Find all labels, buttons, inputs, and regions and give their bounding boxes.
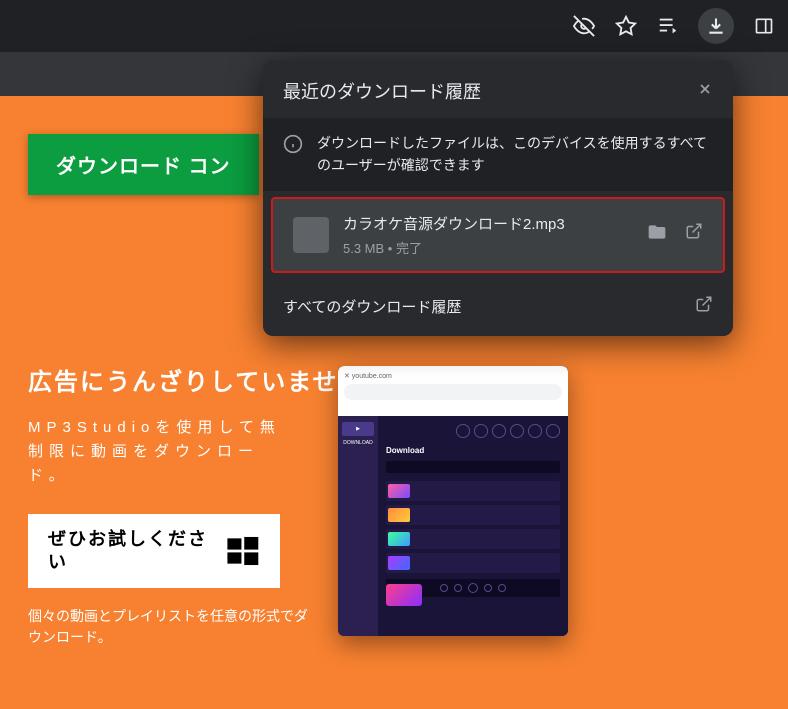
browser-toolbar [0,0,788,52]
bookmark-star-icon[interactable] [614,14,638,38]
open-external-icon[interactable] [685,222,703,247]
preview-sidebar: ▶ DOWNLOAD [338,416,378,636]
preview-now-playing-thumb [386,584,422,606]
incognito-icon[interactable] [572,14,596,38]
download-item[interactable]: カラオケ音源ダウンロード2.mp3 5.3 MB • 完了 [271,197,725,273]
promo-footer-text: 個々の動画とプレイリストを任意の形式でダウンロード。 [28,606,308,648]
promo-section: 広告にうんざりしていませんか？ MP3Studioを使用して無制限に動画をダウン… [28,366,578,648]
popup-footer: すべてのダウンロード履歴 [263,279,733,336]
popup-info-banner: ダウンロードしたファイルは、このデバイスを使用するすべてのユーザーが確認できます [263,118,733,191]
folder-icon[interactable] [647,222,667,247]
windows-icon [226,534,260,568]
download-converter-button[interactable]: ダウンロード コン [28,134,259,195]
preview-screenshot: ✕ youtube.com ▶ DOWNLOAD Downl [338,366,568,636]
open-external-icon[interactable] [695,295,713,318]
file-meta: 5.3 MB • 完了 [343,238,633,257]
file-actions [647,222,703,247]
media-control-icon[interactable] [656,14,680,38]
try-button-label: ぜひお試しください [48,528,226,575]
popup-header: 最近のダウンロード履歴 [263,60,733,118]
info-text: ダウンロードしたファイルは、このデバイスを使用するすべてのユーザーが確認できます [317,132,713,177]
try-button[interactable]: ぜひお試しください [28,514,280,589]
file-info: カラオケ音源ダウンロード2.mp3 5.3 MB • 完了 [343,213,633,257]
promo-subheading: MP3Studioを使用して無制限に動画をダウンロード。 [28,416,288,488]
file-thumbnail [293,217,329,253]
all-downloads-link[interactable]: すべてのダウンロード履歴 [283,296,461,317]
preview-browser-chrome: ✕ youtube.com [338,366,568,416]
downloads-icon[interactable] [698,8,734,44]
file-name: カラオケ音源ダウンロード2.mp3 [343,213,633,234]
downloads-popup: 最近のダウンロード履歴 ダウンロードしたファイルは、このデバイスを使用するすべて… [263,60,733,336]
popup-title: 最近のダウンロード履歴 [283,78,481,104]
close-icon[interactable] [697,80,713,103]
info-icon [283,134,303,159]
sidepanel-icon[interactable] [752,14,776,38]
